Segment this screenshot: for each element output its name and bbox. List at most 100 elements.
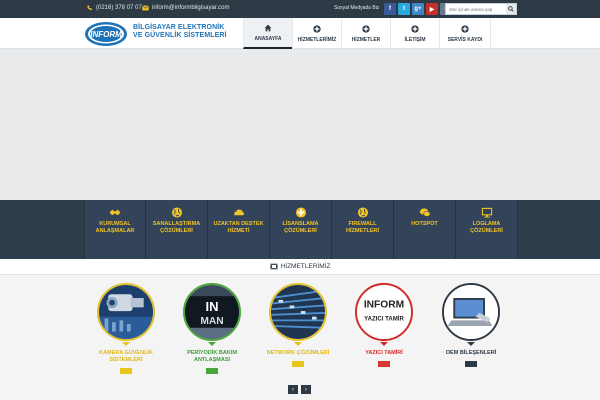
section-heading: HİZMETLERİMİZ (0, 259, 600, 275)
service-tile-7[interactable]: LOGLAMA ÇÖZÜMLERİ (456, 200, 518, 259)
site-header: INFORM BİLGİSAYAR ELEKTRONİK VE GÜVENLİK… (0, 18, 600, 49)
card-label-line1: OEM BİLEŞENLERİ (445, 350, 497, 356)
company-name-line2: VE GÜVENLİK SİSTEMLERİ (133, 32, 227, 39)
search-input[interactable] (446, 4, 506, 14)
card-oem[interactable]: OEM BİLEŞENLERİ (431, 283, 511, 367)
nav-item-3[interactable]: HİZMETLER (341, 18, 390, 49)
card-label-line2: SİSTEMLERİ (109, 357, 143, 363)
periodic-text-2: MAN (200, 316, 223, 327)
globe-icon (357, 207, 368, 218)
cloud-icon (233, 209, 244, 216)
phone-contact[interactable]: (0216) 378 07 07 (86, 5, 142, 11)
youtube-icon[interactable]: ▶ (426, 3, 438, 15)
card-image (269, 283, 327, 341)
twitter-icon[interactable]: t (398, 3, 410, 15)
social-links: ftg+▶≈ (384, 3, 452, 15)
card-label-line1: YAZICI TAMİRİ (365, 350, 403, 356)
service-label-line2: ÇÖZÜMLERİ (470, 228, 503, 234)
services-carousel: KAMERA GÜVENLİK SİSTEMLERİ IN MAN PERİYO… (0, 275, 600, 400)
company-name: BİLGİSAYAR ELEKTRONİK VE GÜVENLİK SİSTEM… (133, 24, 227, 40)
search-button[interactable] (506, 4, 516, 14)
service-tile-2[interactable]: SANALLAŞTIRMA ÇÖZÜMLERİ (146, 200, 208, 259)
card-image (97, 283, 155, 341)
periodic-text-1: IN (205, 299, 218, 314)
camera-photo (99, 285, 153, 339)
top-bar: (0216) 378 07 07 inform@informbilgisayar… (0, 0, 600, 18)
service-label-line2: ANLAŞMALAR (95, 228, 135, 234)
facebook-icon[interactable]: f (384, 3, 396, 15)
card-color-bar (120, 368, 132, 374)
service-label: LOGLAMA ÇÖZÜMLERİ (458, 221, 516, 235)
card-label-line1: KAMERA GÜVENLİK (99, 350, 153, 356)
site-search (445, 3, 517, 15)
card-color-bar (292, 361, 304, 367)
pointer-icon (208, 342, 216, 346)
service-label: UZAKTAN DESTEK HİZMETİ (210, 221, 268, 235)
card-periodic[interactable]: IN MAN PERİYODİK BAKIM ANTLAŞMASI (172, 283, 252, 374)
service-label-line1: UZAKTAN DESTEK (213, 221, 264, 227)
service-tile-1[interactable]: KURUMSAL ANLAŞMALAR (84, 200, 146, 259)
pointer-icon (467, 342, 475, 346)
service-label-line2: ÇÖZÜMLERİ (160, 228, 193, 234)
service-label-line2: HİZMETİ (227, 228, 250, 234)
section-title: HİZMETLERİMİZ (280, 263, 331, 270)
service-tile-5[interactable]: FIREWALL HİZMETLERİ (332, 200, 394, 259)
card-color-bar (465, 361, 477, 367)
card-label: OEM BİLEŞENLERİ (432, 350, 510, 357)
plus-circle-icon (295, 207, 306, 218)
nav-item-label: HİZMETLERİMİZ (297, 36, 337, 43)
hero-slider[interactable] (0, 49, 600, 200)
nav-item-1[interactable]: ANASAYFA (243, 18, 292, 49)
prev-button[interactable]: ‹ (288, 385, 298, 394)
card-printer[interactable]: INFORM YAZICI TAMİR YAZICI TAMİRİ (344, 283, 424, 367)
oem-photo (444, 285, 498, 339)
globe-icon (171, 207, 182, 218)
card-image: IN MAN (183, 283, 241, 341)
card-camera[interactable]: KAMERA GÜVENLİK SİSTEMLERİ (86, 283, 166, 374)
nav-item-label: HİZMETLER (351, 36, 381, 43)
network-photo (271, 285, 325, 339)
service-label-line1: FIREWALL (348, 221, 377, 227)
plus-circle-icon (411, 24, 419, 33)
service-label-line2: HİZMETLERİ (346, 228, 379, 234)
nav-item-5[interactable]: SERVİS KAYDI (439, 18, 491, 49)
periodic-photo: IN MAN (185, 285, 239, 339)
social-label: Sosyal Medyada Biz (334, 5, 380, 11)
card-image (442, 283, 500, 341)
phone-icon (87, 5, 92, 10)
monitor-icon (481, 207, 492, 218)
nav-item-2[interactable]: HİZMETLERİMİZ (292, 18, 341, 49)
plus-circle-icon (461, 24, 469, 33)
pointer-icon (380, 342, 388, 346)
nav-item-label: SERVİS KAYDI (447, 36, 483, 43)
search-icon (508, 6, 514, 12)
printer-text-1: INFORM (364, 299, 404, 310)
inform-logo[interactable]: INFORM (84, 21, 128, 47)
card-label: KAMERA GÜVENLİK SİSTEMLERİ (87, 350, 165, 364)
service-label-line1: LİSANSLAMA (282, 221, 319, 227)
email-contact[interactable]: inform@informbilgisayar.com (142, 5, 229, 11)
service-label-line1: KURUMSAL (99, 221, 131, 227)
main-nav: ANASAYFA HİZMETLERİMİZ HİZMETLER İLETİŞİM SE… (243, 18, 491, 49)
card-label: PERİYODİK BAKIM ANTLAŞMASI (173, 350, 251, 364)
service-label-line1: LOGLAMA (472, 221, 501, 227)
service-tile-4[interactable]: LİSANSLAMA ÇÖZÜMLERİ (270, 200, 332, 259)
printer-text-2: YAZICI TAMİR (364, 315, 404, 322)
card-label: NETWORK ÇÖZÜMLERİ (259, 350, 337, 357)
service-label: HOTSPOT (396, 221, 454, 228)
nav-item-4[interactable]: İLETİŞİM (390, 18, 439, 49)
service-tile-3[interactable]: UZAKTAN DESTEK HİZMETİ (208, 200, 270, 259)
handshake-icon (109, 209, 121, 216)
service-label: SANALLAŞTIRMA ÇÖZÜMLERİ (148, 221, 206, 235)
service-tile-6[interactable]: HOTSPOT (394, 200, 456, 259)
card-color-bar (206, 368, 218, 374)
chat-bubbles-icon (419, 208, 430, 217)
card-network[interactable]: NETWORK ÇÖZÜMLERİ (258, 283, 338, 367)
logo-text: INFORM (90, 30, 122, 39)
services-row: KURUMSAL ANLAŞMALAR SANALLAŞTIRMA ÇÖZÜMLERİ… (84, 200, 518, 259)
email-address: inform@informbilgisayar.com (152, 5, 230, 11)
pointer-icon (122, 342, 130, 346)
next-button[interactable]: › (301, 385, 311, 394)
carousel-pager: ‹ › (288, 385, 311, 394)
google-plus-icon[interactable]: g+ (412, 3, 424, 15)
